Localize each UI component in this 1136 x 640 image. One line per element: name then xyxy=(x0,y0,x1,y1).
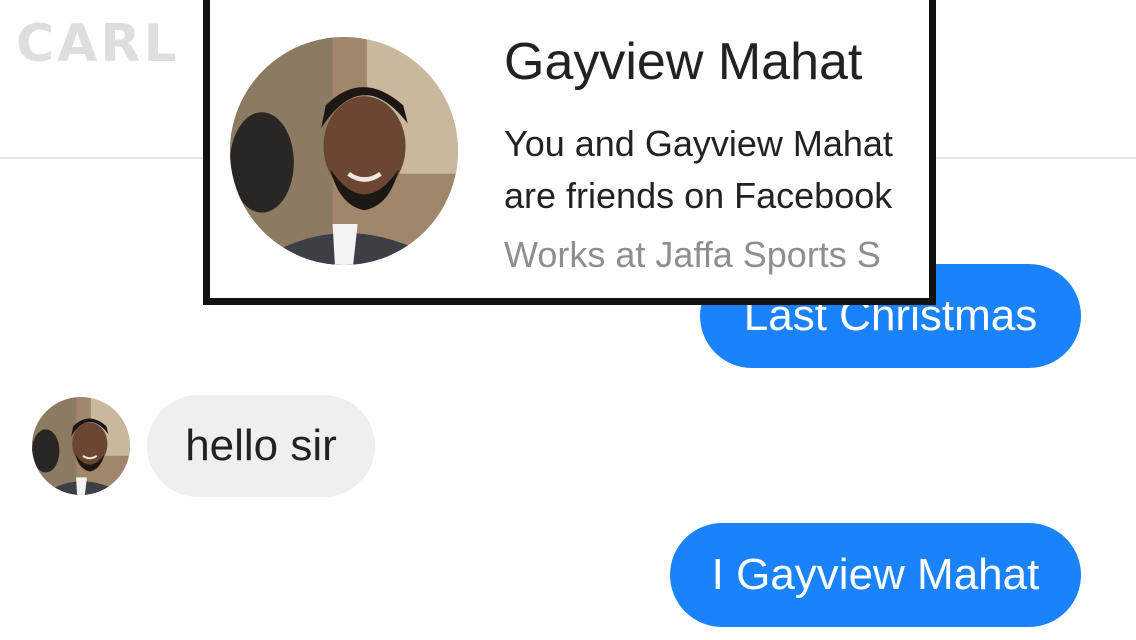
received-message-bubble[interactable]: hello sir xyxy=(147,395,375,497)
profile-photo-icon xyxy=(230,37,458,265)
sent-message-bubble[interactable]: I Gayview Mahat xyxy=(670,523,1081,627)
profile-name: Gayview Mahat xyxy=(504,33,863,91)
friendship-context: You and Gayview Mahat are friends on Fac… xyxy=(504,123,893,216)
contact-avatar[interactable] xyxy=(32,397,130,495)
message-text: I Gayview Mahat xyxy=(711,550,1040,599)
work-info: Works at Jaffa Sports S xyxy=(504,234,881,275)
message-text: hello sir xyxy=(185,421,337,470)
profile-avatar[interactable] xyxy=(230,37,458,265)
profile-card-overlay[interactable]: Gayview Mahat You and Gayview Mahat are … xyxy=(203,0,936,305)
profile-photo-icon xyxy=(32,397,130,495)
messenger-screen: CARL BRADBURY Last Christmas Gayview Mah… xyxy=(0,0,1136,640)
